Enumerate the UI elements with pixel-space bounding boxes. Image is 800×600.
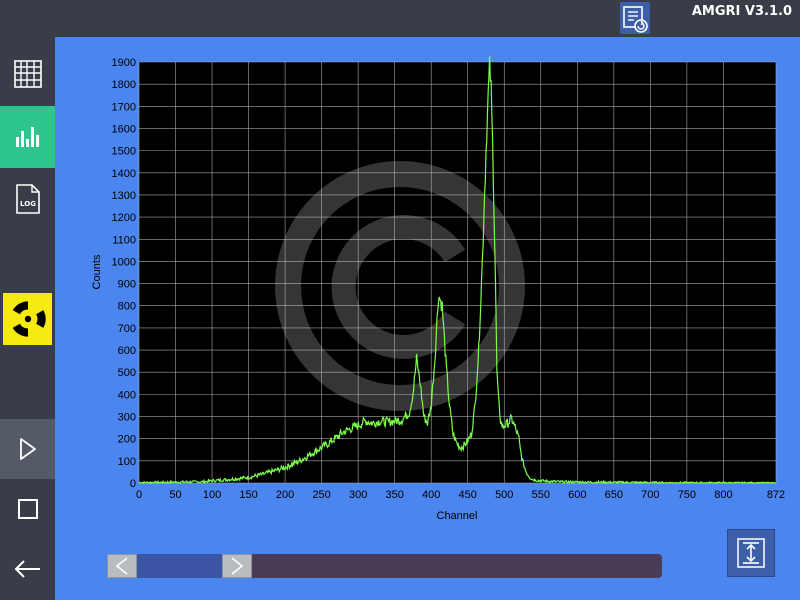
radiation-badge (3, 293, 52, 345)
y-tick-label: 600 (118, 345, 136, 357)
x-tick-label: 500 (495, 489, 513, 501)
x-tick-label: 750 (678, 489, 696, 501)
y-tick-label: 1300 (112, 190, 136, 202)
x-tick-label: 100 (203, 489, 221, 501)
log-view-button[interactable]: LOG (0, 168, 55, 230)
y-tick-label: 0 (130, 478, 136, 490)
y-tick-label: 1200 (112, 212, 136, 224)
x-tick-labels: 0 50 100 150 200 250 300 350 400 450 500 550 600 650 7… (136, 489, 785, 501)
x-tick-label: 400 (422, 489, 440, 501)
y-tick-label: 900 (118, 279, 136, 291)
table-view-button[interactable] (0, 42, 55, 106)
y-tick-label: 300 (118, 412, 136, 424)
back-arrow-icon (14, 560, 40, 578)
plot-area (139, 62, 776, 483)
vertical-scale-icon (737, 538, 765, 568)
x-tick-label: 700 (641, 489, 659, 501)
y-tick-label: 200 (118, 434, 136, 446)
slider-left-button[interactable] (107, 554, 137, 578)
stop-icon (17, 499, 38, 519)
channel-slider[interactable] (107, 554, 662, 578)
back-button[interactable] (0, 539, 55, 599)
y-tick-label: 1600 (112, 123, 136, 135)
log-file-icon: LOG (15, 184, 40, 214)
app-title: AMGRI V3.1.0 (691, 4, 792, 19)
radiation-icon (12, 301, 46, 337)
log-icon-text: LOG (20, 200, 36, 208)
x-tick-label: 350 (385, 489, 403, 501)
export-button[interactable] (620, 2, 650, 34)
y-tick-label: 400 (118, 389, 136, 401)
x-tick-label: 550 (532, 489, 550, 501)
x-tick-label: 150 (239, 489, 257, 501)
x-tick-label: 300 (349, 489, 367, 501)
y-tick-label: 1500 (112, 146, 136, 158)
spectrum-chart: 0 50 100 150 200 250 300 350 400 450 500 550 600 650 7… (91, 56, 785, 522)
y-tick-labels: 0 100 200 300 400 500 600 700 800 900 1000 1100 1200… (112, 57, 136, 490)
x-axis-label: Channel (437, 510, 478, 522)
play-icon (19, 438, 36, 460)
x-tick-label: 0 (136, 489, 142, 501)
play-button[interactable] (0, 419, 55, 479)
sidebar: LOG (0, 37, 55, 600)
chevron-left-icon (115, 557, 128, 575)
spectrum-bars-icon (15, 127, 39, 147)
radiation-button[interactable] (0, 289, 55, 349)
y-tick-label: 1000 (112, 256, 136, 268)
grid-table-icon (13, 60, 42, 88)
x-tick-label: 800 (714, 489, 732, 501)
slider-fill (137, 554, 223, 578)
x-tick-label: 650 (605, 489, 623, 501)
y-tick-label: 1800 (112, 79, 136, 91)
stop-button[interactable] (0, 479, 55, 539)
x-tick-label: 50 (169, 489, 181, 501)
export-refresh-icon (623, 6, 648, 33)
x-tick-label: 600 (568, 489, 586, 501)
slider-right-button[interactable] (222, 554, 252, 578)
x-tick-label: 200 (276, 489, 294, 501)
y-axis-label: Counts (91, 254, 103, 289)
spectrum-view-button[interactable] (0, 106, 55, 168)
chevron-right-icon (231, 557, 244, 575)
y-tick-label: 500 (118, 367, 136, 379)
y-tick-label: 1400 (112, 168, 136, 180)
y-tick-label: 1100 (112, 234, 136, 246)
y-tick-label: 100 (118, 456, 136, 468)
vertical-scale-button[interactable] (727, 529, 775, 577)
y-tick-label: 800 (118, 301, 136, 313)
y-tick-label: 1700 (112, 101, 136, 113)
y-tick-label: 1900 (112, 57, 136, 69)
x-tick-label: 250 (312, 489, 330, 501)
y-tick-label: 700 (118, 323, 136, 335)
x-tick-label: 450 (459, 489, 477, 501)
top-bar: AMGRI V3.1.0 (0, 0, 800, 37)
x-tick-label: 872 (767, 489, 785, 501)
